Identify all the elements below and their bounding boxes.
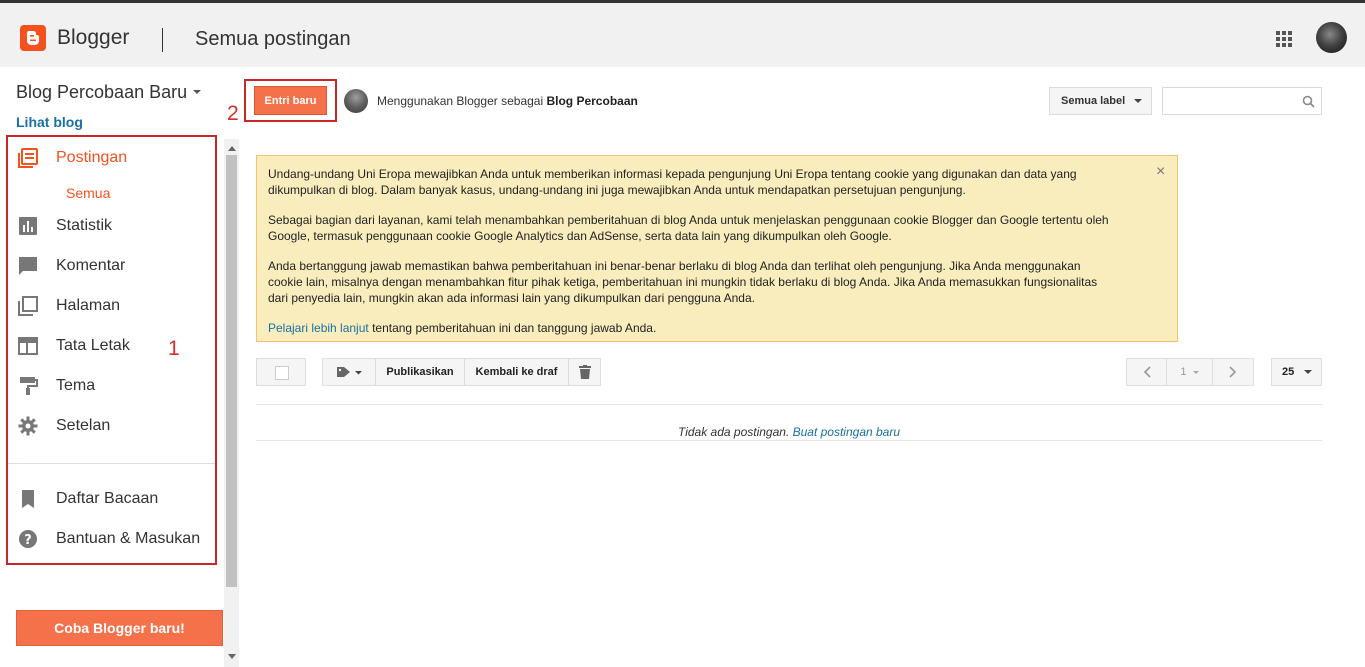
- using-blog-name: Blog Percobaan: [546, 94, 638, 108]
- delete-button[interactable]: [569, 359, 600, 385]
- notice-paragraph-3: Anda bertanggung jawab memastikan bahwa …: [268, 259, 1098, 305]
- using-prefix: Menggunakan Blogger sebagai: [377, 94, 544, 108]
- sidebar-scroll-thumb[interactable]: [226, 155, 237, 587]
- label-filter-value: Semua label: [1061, 95, 1126, 107]
- brand-name[interactable]: Blogger: [57, 26, 129, 50]
- select-all-checkbox[interactable]: [256, 358, 306, 386]
- search-icon[interactable]: [1302, 95, 1315, 108]
- page-selector[interactable]: 1: [1167, 359, 1213, 385]
- scroll-up-arrow-icon[interactable]: [228, 146, 236, 151]
- list-divider-bottom: [256, 440, 1322, 441]
- revert-to-draft-button[interactable]: Kembali ke draf: [465, 359, 569, 385]
- chevron-left-icon: [1143, 366, 1151, 378]
- user-avatar: [344, 89, 368, 113]
- sidebar: Blog Percobaan Baru Lihat blog Postingan…: [0, 67, 240, 667]
- close-icon[interactable]: ×: [1156, 163, 1165, 181]
- list-divider-top: [256, 404, 1322, 405]
- page-title: Semua postingan: [195, 28, 351, 50]
- notice-paragraph-4: Pelajari lebih lanjut tentang pemberitah…: [268, 320, 1117, 336]
- header-divider: [162, 28, 163, 52]
- chevron-down-icon[interactable]: [193, 90, 201, 94]
- using-as-text: Menggunakan Blogger sebagai Blog Percoba…: [377, 94, 638, 108]
- account-avatar[interactable]: [1316, 22, 1347, 53]
- chevron-right-icon: [1229, 366, 1236, 378]
- label-menu-button[interactable]: [323, 359, 376, 385]
- prev-page-button[interactable]: [1127, 359, 1168, 385]
- try-new-blogger-button[interactable]: Coba Blogger baru!: [16, 610, 223, 646]
- blog-selector[interactable]: Blog Percobaan Baru: [16, 82, 187, 103]
- tag-icon: [337, 367, 362, 377]
- annotation-marker-2: 2: [227, 102, 239, 125]
- next-page-button[interactable]: [1213, 359, 1253, 385]
- empty-posts-text: Tidak ada postingan.: [677, 425, 793, 439]
- annotation-box-sidebar: [6, 135, 217, 565]
- create-post-link[interactable]: Buat postingan baru: [793, 425, 900, 439]
- page-number: 1: [1180, 366, 1187, 378]
- chevron-down-icon: [1192, 370, 1199, 374]
- apps-grid-icon[interactable]: [1274, 29, 1294, 49]
- scroll-down-arrow-icon[interactable]: [228, 654, 236, 659]
- per-page-value: 25: [1282, 366, 1295, 378]
- trash-icon: [578, 365, 591, 379]
- learn-more-suffix: tentang pemberitahuan ini dan tanggung j…: [368, 321, 657, 335]
- chevron-down-icon: [1304, 370, 1313, 374]
- new-post-button[interactable]: Entri baru: [254, 86, 327, 115]
- learn-more-link[interactable]: Pelajari lebih lanjut: [268, 321, 369, 335]
- empty-posts-message: Tidak ada postingan. Buat postingan baru: [256, 425, 1322, 439]
- post-actions: Publikasikan Kembali ke draf: [322, 358, 601, 386]
- pagination: 1: [1126, 358, 1254, 386]
- blogger-logo-icon[interactable]: [20, 25, 46, 51]
- publish-button[interactable]: Publikasikan: [376, 359, 465, 385]
- search-input[interactable]: [1162, 87, 1322, 115]
- chevron-down-icon: [1134, 99, 1143, 103]
- cookie-notice: Undang-undang Uni Eropa mewajibkan Anda …: [256, 155, 1178, 342]
- label-filter-dropdown[interactable]: Semua label: [1049, 87, 1152, 115]
- notice-paragraph-1: Undang-undang Uni Eropa mewajibkan Anda …: [268, 167, 1077, 197]
- per-page-dropdown[interactable]: 25: [1271, 358, 1322, 386]
- annotation-marker-1: 1: [168, 337, 180, 360]
- checkbox-box: [275, 366, 289, 380]
- notice-paragraph-2: Sebagai bagian dari layanan, kami telah …: [268, 213, 1109, 243]
- view-blog-link[interactable]: Lihat blog: [16, 114, 83, 130]
- top-bar: Blogger Semua postingan: [0, 0, 1365, 67]
